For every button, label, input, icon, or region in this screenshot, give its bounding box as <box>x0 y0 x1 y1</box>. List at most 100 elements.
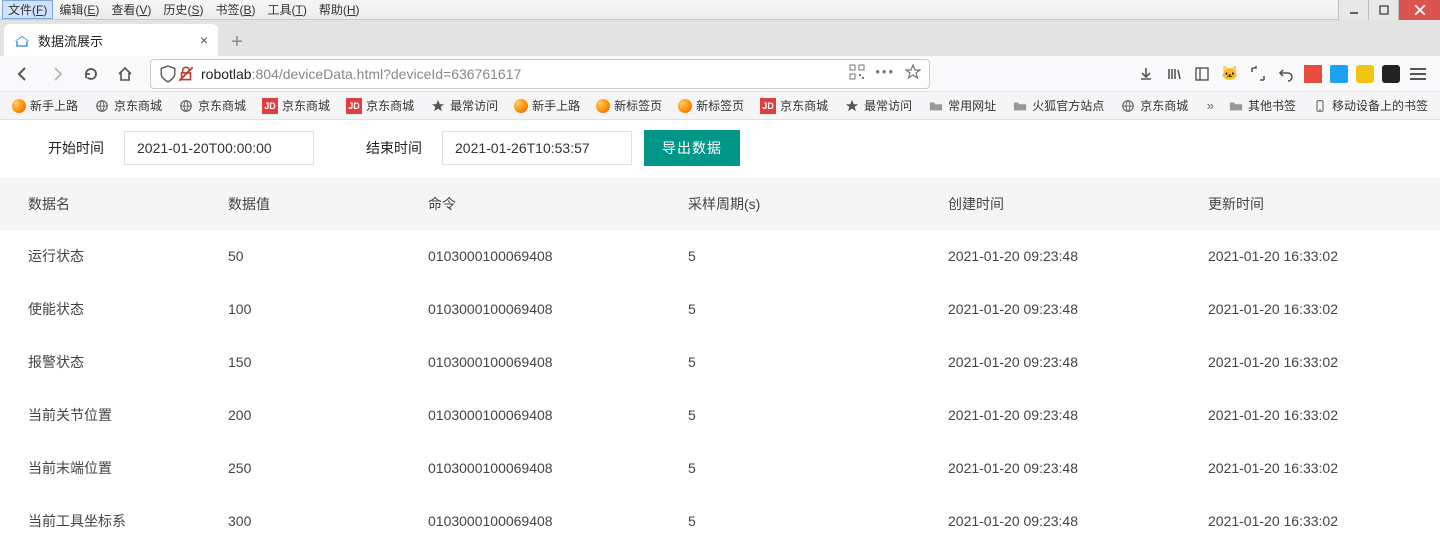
tracking-shield-icon[interactable] <box>159 65 177 83</box>
home-button[interactable] <box>110 59 140 89</box>
bookmark-item[interactable]: JD京东商城 <box>340 95 420 116</box>
bookmark-item[interactable]: 京东商城 <box>88 95 168 116</box>
cell-cmd: 0103000100069408 <box>400 495 660 548</box>
tab-close-icon[interactable]: × <box>200 32 208 48</box>
ext-icon-1[interactable]: 🐱 <box>1220 64 1240 84</box>
bookmark-label: 新手上路 <box>30 97 78 114</box>
downloads-icon[interactable] <box>1136 64 1156 84</box>
ext-icon-undo[interactable] <box>1276 64 1296 84</box>
bookmark-label: 新标签页 <box>614 97 662 114</box>
bookmark-label: 移动设备上的书签 <box>1332 97 1428 114</box>
meatball-icon[interactable]: ••• <box>875 64 895 83</box>
th-period: 采样周期(s) <box>660 178 920 230</box>
cell-value: 50 <box>200 230 400 283</box>
menu-view[interactable]: 查看(V) <box>105 0 157 19</box>
window-close[interactable] <box>1398 0 1440 20</box>
menu-help[interactable]: 帮助(H) <box>313 0 366 19</box>
app-menu-button[interactable] <box>1408 64 1428 84</box>
bookmark-item[interactable]: 京东商城 <box>172 95 252 116</box>
bookmark-item[interactable]: 京东商城 <box>1114 95 1194 116</box>
cell-created: 2021-01-20 09:23:48 <box>920 336 1180 389</box>
bookmark-ff-icon <box>514 99 528 113</box>
bookmark-item[interactable]: 新手上路 <box>6 95 84 116</box>
cell-updated: 2021-01-20 16:33:02 <box>1180 336 1440 389</box>
urlbar-right-icons: ••• <box>849 64 921 83</box>
cell-period: 5 <box>660 230 920 283</box>
library-icon[interactable] <box>1164 64 1184 84</box>
browser-toolbar: robotlab:804/deviceData.html?deviceId=63… <box>0 56 1440 92</box>
forward-button[interactable] <box>42 59 72 89</box>
bookmark-label: 新手上路 <box>532 97 580 114</box>
export-button[interactable]: 导出数据 <box>644 130 740 166</box>
bookmark-item[interactable]: 最常访问 <box>838 95 918 116</box>
bookmark-item[interactable]: 火狐官方站点 <box>1006 95 1110 116</box>
cell-name: 运行状态 <box>0 230 200 283</box>
bookmark-label: 京东商城 <box>198 97 246 114</box>
back-button[interactable] <box>8 59 38 89</box>
window-maximize[interactable] <box>1368 0 1398 20</box>
cell-updated: 2021-01-20 16:33:02 <box>1180 230 1440 283</box>
bookmark-mobile-icon <box>1312 98 1328 114</box>
cell-created: 2021-01-20 09:23:48 <box>920 442 1180 495</box>
bookmark-item[interactable]: 移动设备上的书签 <box>1306 95 1434 116</box>
menu-edit[interactable]: 编辑(E) <box>53 0 105 19</box>
ext-icon-yellow[interactable] <box>1356 65 1374 83</box>
new-tab-button[interactable]: + <box>222 28 252 56</box>
start-time-input[interactable] <box>124 131 314 165</box>
bookmark-label: 火狐官方站点 <box>1032 97 1104 114</box>
bookmark-label: 京东商城 <box>114 97 162 114</box>
qr-icon[interactable] <box>849 64 865 83</box>
ext-icon-dark[interactable] <box>1382 65 1400 83</box>
filter-row: 开始时间 结束时间 导出数据 <box>0 120 1440 178</box>
bookmark-ff-icon <box>678 99 692 113</box>
bookmark-item[interactable]: 其他书签 <box>1222 95 1302 116</box>
bookmarks-overflow-icon[interactable]: » <box>1203 98 1218 113</box>
cell-created: 2021-01-20 09:23:48 <box>920 230 1180 283</box>
bookmark-item[interactable]: JD京东商城 <box>256 95 336 116</box>
cell-updated: 2021-01-20 16:33:02 <box>1180 442 1440 495</box>
table-row: 运行状态50010300010006940852021-01-20 09:23:… <box>0 230 1440 283</box>
bookmark-folder-icon <box>1228 98 1244 114</box>
cell-updated: 2021-01-20 16:33:02 <box>1180 283 1440 336</box>
bookmark-item[interactable]: 最常访问 <box>424 95 504 116</box>
bookmark-item[interactable]: 新手上路 <box>508 95 586 116</box>
bookmark-item[interactable]: JD京东商城 <box>754 95 834 116</box>
cell-cmd: 0103000100069408 <box>400 283 660 336</box>
cell-value: 300 <box>200 495 400 548</box>
bookmark-label: 京东商城 <box>780 97 828 114</box>
cell-cmd: 0103000100069408 <box>400 336 660 389</box>
bookmark-item[interactable]: 新标签页 <box>590 95 668 116</box>
th-value: 数据值 <box>200 178 400 230</box>
start-time-label: 开始时间 <box>40 138 112 158</box>
insecure-lock-icon[interactable] <box>177 65 195 83</box>
cell-value: 100 <box>200 283 400 336</box>
bookmark-label: 新标签页 <box>696 97 744 114</box>
ext-icon-blue[interactable] <box>1330 65 1348 83</box>
th-created: 创建时间 <box>920 178 1180 230</box>
menu-file[interactable]: 文件(F) <box>2 0 53 19</box>
cell-period: 5 <box>660 495 920 548</box>
sidebar-icon[interactable] <box>1192 64 1212 84</box>
bookmark-ff-icon <box>12 99 26 113</box>
reload-button[interactable] <box>76 59 106 89</box>
cell-name: 当前关节位置 <box>0 389 200 442</box>
bookmark-item[interactable]: 常用网址 <box>922 95 1002 116</box>
tab-active[interactable]: 数据流展示 × <box>4 24 218 56</box>
ext-icon-crop[interactable] <box>1248 64 1268 84</box>
star-bookmark-icon[interactable] <box>905 64 921 83</box>
menu-tools[interactable]: 工具(T) <box>261 0 312 19</box>
tab-title: 数据流展示 <box>38 31 200 50</box>
ext-icon-red[interactable] <box>1304 65 1322 83</box>
bookmark-item[interactable]: 新标签页 <box>672 95 750 116</box>
menu-bookmarks[interactable]: 书签(B) <box>209 0 261 19</box>
toolbar-right: 🐱 <box>1136 64 1428 84</box>
end-time-input[interactable] <box>442 131 632 165</box>
os-menubar: 文件(F) 编辑(E) 查看(V) 历史(S) 书签(B) 工具(T) 帮助(H… <box>0 0 1440 20</box>
table-row: 当前关节位置200010300010006940852021-01-20 09:… <box>0 389 1440 442</box>
bookmark-label: 最常访问 <box>864 97 912 114</box>
window-minimize[interactable] <box>1338 0 1368 20</box>
table-row: 当前工具坐标系300010300010006940852021-01-20 09… <box>0 495 1440 548</box>
url-bar[interactable]: robotlab:804/deviceData.html?deviceId=63… <box>150 59 930 89</box>
bookmark-label: 京东商城 <box>366 97 414 114</box>
menu-history[interactable]: 历史(S) <box>157 0 209 19</box>
